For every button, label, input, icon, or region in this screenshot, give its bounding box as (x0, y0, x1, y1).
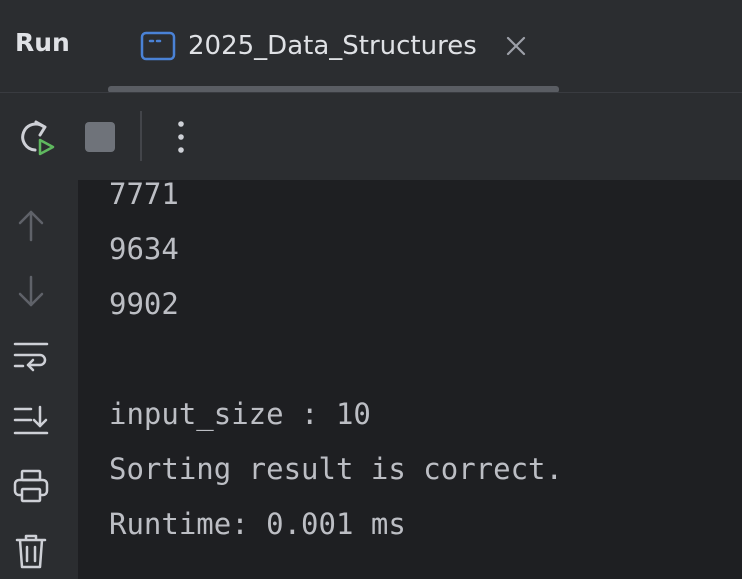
console-sidebar (0, 180, 78, 579)
console-line: 9902 (109, 287, 179, 321)
console-line: 9634 (109, 232, 179, 266)
toolbar-separator (140, 111, 142, 161)
soft-wrap-button[interactable] (9, 334, 53, 378)
console-line: input_size : 10 (109, 397, 371, 431)
close-icon[interactable] (505, 35, 527, 57)
print-icon (13, 469, 49, 503)
soft-wrap-icon (13, 342, 49, 372)
clear-all-button[interactable] (9, 529, 53, 573)
scroll-to-end-button[interactable] (9, 399, 53, 443)
print-button[interactable] (9, 464, 53, 508)
trash-icon (15, 534, 47, 569)
arrow-up-icon (18, 210, 44, 242)
stop-button[interactable] (80, 117, 120, 157)
rerun-icon (21, 120, 55, 156)
run-toolbar (0, 93, 742, 180)
console-window-icon (140, 31, 176, 61)
scroll-to-end-icon (13, 405, 49, 435)
panel-title: Run (15, 28, 70, 57)
run-tab[interactable]: 2025_Data_Structures (140, 22, 527, 70)
more-vertical-icon (178, 121, 184, 153)
more-options-button[interactable] (166, 115, 196, 159)
scroll-up-button[interactable] (9, 204, 53, 248)
run-panel-header: Run 2025_Data_Structures (0, 0, 742, 93)
tab-label: 2025_Data_Structures (188, 31, 477, 61)
rerun-button[interactable] (14, 115, 58, 159)
console-line: Sorting result is correct. (109, 452, 563, 486)
console-output[interactable]: 7771 9634 9902 input_size : 10 Sorting r… (78, 180, 742, 579)
arrow-down-icon (18, 275, 44, 307)
console-line: 7771 (109, 180, 179, 211)
scroll-down-button[interactable] (9, 269, 53, 313)
stop-icon (85, 122, 115, 152)
console-line: Runtime: 0.001 ms (109, 507, 406, 541)
